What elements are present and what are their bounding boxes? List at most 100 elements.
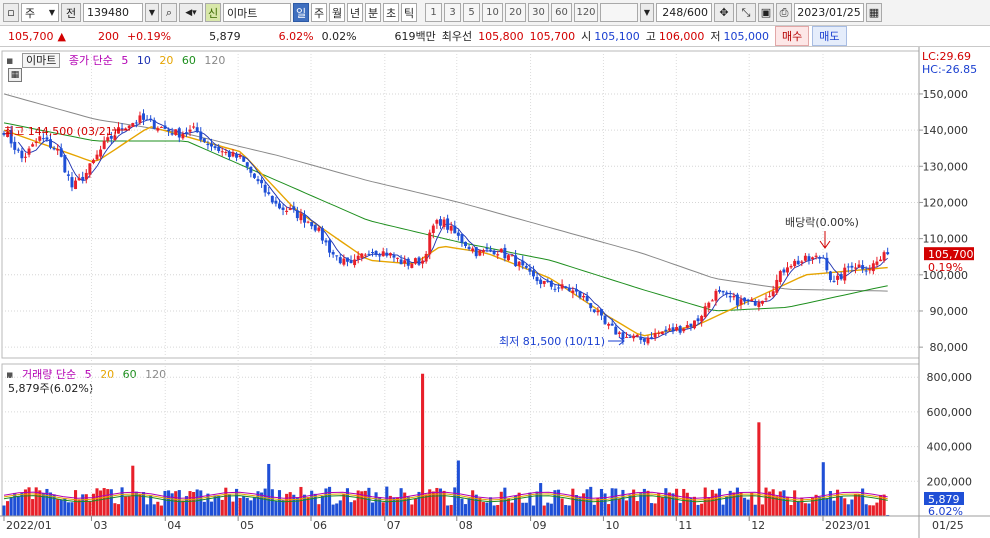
period-tab-day[interactable]: 일: [293, 3, 309, 22]
sell-button[interactable]: 매도: [812, 26, 847, 46]
candle-body: [242, 156, 246, 162]
date-field[interactable]: 2023/01/25: [794, 3, 864, 22]
interval-120[interactable]: 120: [574, 3, 598, 22]
volume-bar: [603, 493, 607, 516]
volume-bar: [45, 488, 49, 516]
candle-body: [642, 338, 646, 342]
candle-body: [786, 267, 789, 273]
volume-bar: [6, 501, 10, 516]
print-icon[interactable]: ⎙: [776, 3, 792, 22]
candlesticks: [2, 109, 890, 346]
calendar-icon[interactable]: ▦: [866, 3, 882, 22]
interval-30[interactable]: 30: [528, 3, 549, 22]
line-tool-icon[interactable]: ⤡: [736, 3, 756, 22]
volume-bar: [202, 501, 206, 516]
candle-body: [120, 128, 124, 130]
volume-bar: [868, 505, 872, 516]
volume-bar: [539, 483, 543, 516]
open-label: 시: [581, 30, 592, 43]
candle-body: [539, 279, 543, 285]
volume-bar: [696, 504, 700, 516]
candle-body: [149, 118, 153, 120]
candle-body: [424, 253, 428, 262]
x-tick-label: 05: [240, 519, 254, 532]
period-tab-tick[interactable]: 틱: [401, 3, 417, 22]
volume-bar: [685, 492, 689, 516]
chevron-down-icon[interactable]: ▼: [640, 3, 654, 22]
candle-body: [84, 172, 88, 180]
buy-button[interactable]: 매수: [775, 26, 810, 46]
volume-bar: [299, 486, 303, 516]
candle-body: [728, 295, 732, 298]
interval-60[interactable]: 60: [551, 3, 572, 22]
volume-bar: [317, 504, 321, 516]
interval-custom-input[interactable]: [600, 3, 638, 22]
volume-bar: [710, 489, 714, 516]
chart-type-icon[interactable]: ▫: [3, 3, 19, 22]
candle-body: [735, 294, 739, 306]
period-tab-week[interactable]: 주: [311, 3, 327, 22]
interval-10[interactable]: 10: [482, 3, 503, 22]
candle-body: [757, 302, 761, 307]
candle-body: [599, 309, 603, 316]
interval-5[interactable]: 5: [463, 3, 480, 22]
price-tick-label: 140,000: [923, 124, 969, 137]
period-tab-minute[interactable]: 분: [365, 3, 381, 22]
volume-bar: [66, 502, 70, 516]
volume-bar: [152, 504, 156, 516]
interval-20[interactable]: 20: [505, 3, 526, 22]
low-annotation: 최저 81,500 (10/11): [499, 335, 605, 348]
candle-body: [753, 301, 757, 306]
volume-bar: [227, 494, 231, 516]
candle-body: [589, 303, 593, 309]
candle-body: [438, 219, 442, 226]
chevron-down-icon[interactable]: ▼: [145, 3, 159, 22]
period-tab-month[interactable]: 월: [329, 3, 345, 22]
candle-body: [521, 260, 525, 266]
dividend-arrow-icon: [819, 231, 831, 249]
period-tab-second[interactable]: 초: [383, 3, 399, 22]
candle-body: [693, 320, 696, 329]
x-tick-label: 2023/01: [825, 519, 871, 532]
volume-bar: [52, 494, 56, 516]
x-tick-label: 12: [751, 519, 765, 532]
candle-body: [725, 292, 729, 294]
x-tick-label: 09: [533, 519, 547, 532]
volume-bar: [778, 491, 782, 516]
crosshair-icon[interactable]: ✥: [714, 3, 734, 22]
stock-code-input[interactable]: 139480: [83, 3, 143, 22]
speaker-icon[interactable]: ◀▾: [179, 3, 203, 22]
candle-body: [184, 132, 188, 134]
type-select[interactable]: 주 ▼: [21, 3, 59, 22]
stock-code-value: 139480: [87, 6, 129, 19]
search-icon[interactable]: ⌕: [161, 3, 177, 22]
quote-bar: 105,700 ▲ 200 +0.19% 5,879 6.02% 0.02% 6…: [0, 26, 990, 47]
candle-body: [88, 163, 92, 175]
candle-body: [442, 219, 446, 228]
interval-3[interactable]: 3: [444, 3, 461, 22]
volume-bar: [717, 488, 722, 516]
candle-body: [821, 257, 825, 259]
candle-body: [278, 203, 281, 209]
candle-body: [288, 208, 292, 210]
trade-amount: 619백만: [394, 30, 436, 43]
interval-1[interactable]: 1: [425, 3, 442, 22]
period-tab-year[interactable]: 년: [347, 3, 363, 22]
volume-bar: [510, 502, 514, 516]
candle-body: [607, 323, 611, 326]
volume-bars: [2, 373, 890, 516]
volume-bar: [116, 504, 121, 516]
candle-body: [142, 113, 145, 120]
prefix-button[interactable]: 전: [61, 3, 81, 22]
stock-chart[interactable]: 80,00090,000100,000110,000120,000130,000…: [0, 47, 990, 538]
x-tick-label: 03: [93, 519, 107, 532]
candle-body: [467, 246, 471, 249]
current-price: 105,700: [8, 29, 54, 43]
save-icon[interactable]: ▣: [758, 3, 774, 22]
candle-body: [592, 309, 596, 312]
candle-body: [31, 144, 35, 147]
stock-name-field[interactable]: 이마트: [223, 3, 291, 22]
price-change: 200: [97, 29, 119, 43]
count-display[interactable]: 248/600: [656, 3, 712, 22]
candle-body: [367, 253, 371, 255]
